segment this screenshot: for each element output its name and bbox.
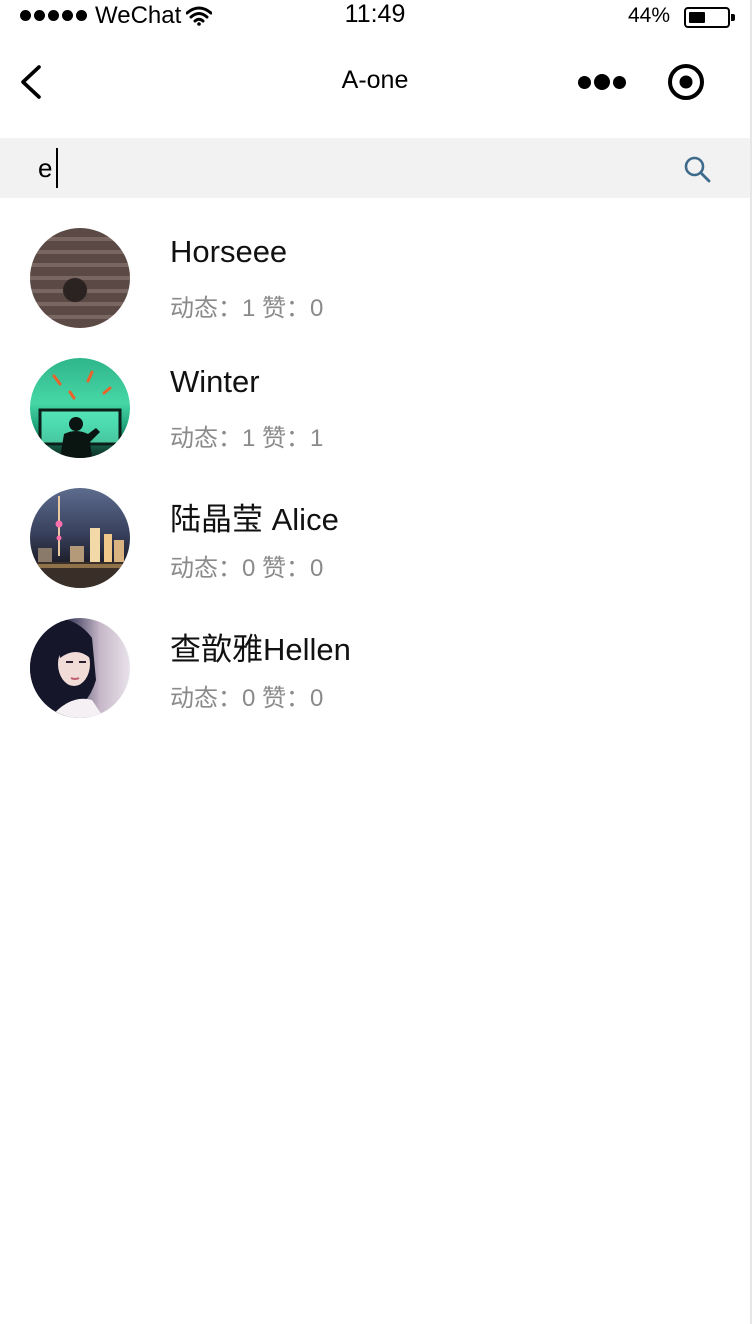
search-input[interactable] [38, 146, 638, 190]
list-item[interactable]: 查歆雅Hellen 动态：0 赞：0 [0, 588, 750, 718]
battery-icon [684, 7, 735, 28]
list-item[interactable]: 陆晶莹 Alice 动态：0 赞：0 [0, 458, 750, 588]
avatar [30, 488, 130, 588]
more-dots-icon[interactable] [574, 62, 628, 102]
avatar-image [30, 496, 130, 588]
user-name: 陆晶莹 Alice [170, 502, 339, 537]
user-stats: 动态：0 赞：0 [170, 685, 324, 712]
search-icon[interactable] [682, 154, 712, 184]
user-name: 查歆雅Hellen [170, 632, 351, 667]
user-list: Horseee 动态：1 赞：0 Winter 动态：1 赞：1 陆晶莹 Ali… [0, 198, 750, 718]
avatar [30, 228, 130, 328]
avatar-image [38, 370, 122, 458]
user-stats: 动态：1 赞：0 [170, 295, 324, 322]
status-bar: WeChat 11:49 44% [0, 0, 750, 34]
user-stats: 动态：1 赞：1 [170, 425, 324, 452]
list-item[interactable]: Horseee 动态：1 赞：0 [0, 198, 750, 328]
page-title: A-one [341, 66, 409, 94]
navigation-bar: A-one [0, 34, 750, 138]
battery-percent: 44% [628, 4, 671, 27]
app-screen: WeChat 11:49 44% A-one e Horseee 动态：1 赞：… [0, 0, 752, 1324]
avatar-image [30, 618, 104, 718]
search-bar [0, 138, 750, 198]
list-item[interactable]: Winter 动态：1 赞：1 [0, 328, 750, 458]
user-stats: 动态：0 赞：0 [170, 555, 324, 582]
avatar [30, 618, 130, 718]
text-cursor [56, 148, 58, 188]
user-name: Horseee [170, 234, 288, 269]
target-circle-icon[interactable] [664, 60, 708, 104]
user-name: Winter [170, 364, 260, 399]
avatar [30, 358, 130, 458]
